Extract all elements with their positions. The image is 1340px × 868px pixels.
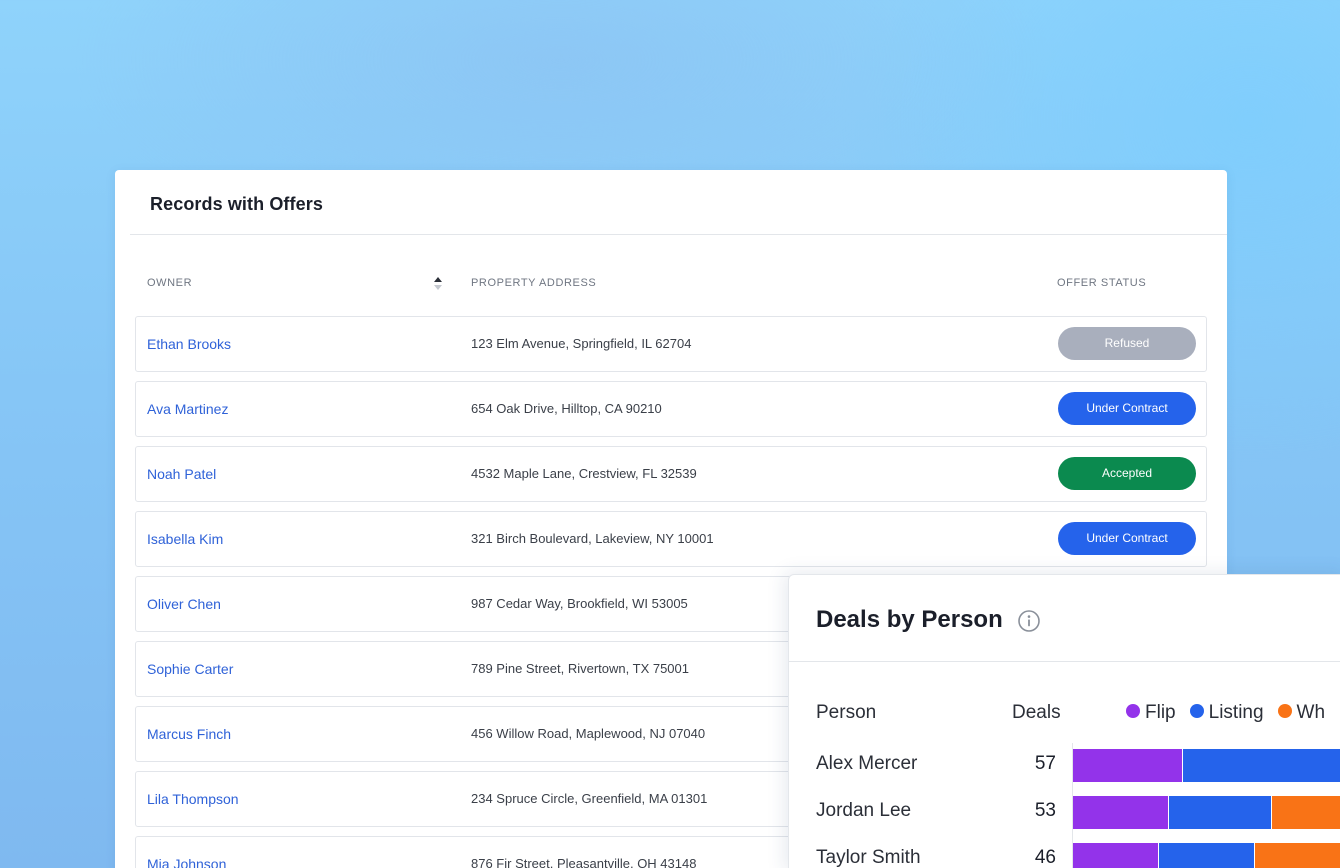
bar-segment-listing[interactable] <box>1183 749 1340 782</box>
property-address: 456 Willow Road, Maplewood, NJ 07040 <box>471 726 706 741</box>
bar-segment-other[interactable] <box>1255 843 1340 868</box>
legend-dot-icon <box>1126 704 1140 718</box>
owner-link[interactable]: Mia Johnson <box>147 856 226 868</box>
legend-item[interactable]: Flip <box>1126 702 1176 724</box>
deals-by-person-card: Deals by Person Person Deals Flip Listing… <box>788 574 1340 868</box>
property-address: 876 Fir Street, Pleasantville, OH 43148 <box>471 856 697 868</box>
bar-segment-flip[interactable] <box>1073 749 1182 782</box>
deals-divider <box>789 661 1340 662</box>
owner-link[interactable]: Oliver Chen <box>147 596 221 612</box>
column-header-status: OFFER STATUS <box>1057 277 1147 289</box>
bar-segment-flip[interactable] <box>1073 796 1168 829</box>
deal-count: 46 <box>1034 847 1056 868</box>
records-title: Records with Offers <box>150 194 323 214</box>
property-address: 987 Cedar Way, Brookfield, WI 53005 <box>471 596 688 611</box>
owner-link[interactable]: Lila Thompson <box>147 791 239 807</box>
bar-segment-flip[interactable] <box>1073 843 1158 868</box>
legend-item[interactable]: Listing <box>1189 702 1264 724</box>
table-row: Isabella Kim 321 Birch Boulevard, Lakevie… <box>135 511 1207 567</box>
status-badge[interactable]: Under Contract <box>1058 522 1196 555</box>
table-row: Noah Patel 4532 Maple Lane, Crestview, FL… <box>135 446 1207 502</box>
property-address: 234 Spruce Circle, Greenfield, MA 01301 <box>471 791 708 806</box>
deals-title: Deals by Person <box>816 606 1003 633</box>
status-badge[interactable]: Refused <box>1058 327 1196 360</box>
legend-label: Listing <box>1208 702 1264 723</box>
deal-count: 57 <box>1034 753 1056 774</box>
owner-link[interactable]: Ethan Brooks <box>147 336 231 352</box>
column-header-address: PROPERTY ADDRESS <box>471 277 597 289</box>
property-address: 654 Oak Drive, Hilltop, CA 90210 <box>471 401 662 416</box>
status-badge[interactable]: Under Contract <box>1058 392 1196 425</box>
deal-person-name: Taylor Smith <box>816 847 921 868</box>
table-row: Ethan Brooks 123 Elm Avenue, Springfield,… <box>135 316 1207 372</box>
bar-segment-listing[interactable] <box>1169 796 1271 829</box>
owner-link[interactable]: Marcus Finch <box>147 726 231 742</box>
legend-dot-icon <box>1277 704 1292 718</box>
deal-person-name: Jordan Lee <box>816 800 912 821</box>
owner-link[interactable]: Ava Martinez <box>147 401 228 417</box>
bar-segment-listing[interactable] <box>1159 843 1254 868</box>
property-address: 123 Elm Avenue, Springfield, IL 62704 <box>471 336 692 351</box>
owner-link[interactable]: Noah Patel <box>147 466 216 482</box>
deal-count: 53 <box>1034 800 1056 821</box>
property-address: 321 Birch Boulevard, Lakeview, NY 10001 <box>471 531 714 546</box>
info-icon[interactable] <box>1017 609 1041 633</box>
legend-label: Wh <box>1296 702 1326 723</box>
table-row: Ava Martinez 654 Oak Drive, Hilltop, CA 9… <box>135 381 1207 437</box>
property-address: 789 Pine Street, Rivertown, TX 75001 <box>471 661 689 676</box>
property-address: 4532 Maple Lane, Crestview, FL 32539 <box>471 466 697 481</box>
legend-item[interactable]: Wh <box>1277 702 1326 724</box>
deal-person-name: Alex Mercer <box>816 753 918 774</box>
deals-legend: Flip Listing Wh <box>1126 702 1339 726</box>
column-header-owner[interactable]: OWNER <box>147 277 192 289</box>
legend-dot-icon <box>1189 704 1204 718</box>
owner-link[interactable]: Isabella Kim <box>147 531 223 547</box>
bar-segment-other[interactable] <box>1272 796 1340 829</box>
legend-label: Flip <box>1145 702 1176 723</box>
owner-link[interactable]: Sophie Carter <box>147 661 233 677</box>
records-divider <box>130 234 1227 235</box>
status-badge[interactable]: Accepted <box>1058 457 1196 490</box>
sort-icon[interactable] <box>433 275 443 291</box>
deals-header-deals: Deals <box>1012 702 1061 723</box>
deals-header-person: Person <box>816 702 877 723</box>
